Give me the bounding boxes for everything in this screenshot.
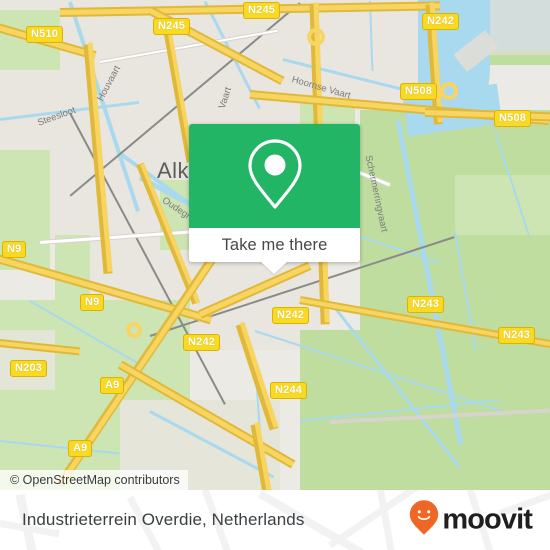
road-shield: N245 bbox=[243, 2, 281, 19]
road-shield: N510 bbox=[26, 26, 64, 43]
moovit-logo[interactable]: moovit bbox=[409, 500, 533, 541]
map-canvas[interactable]: Alkmaar Steesloot Houvaart Vaart Hoornse… bbox=[0, 0, 550, 490]
map-pin-icon bbox=[244, 136, 306, 217]
road-shield: A9 bbox=[68, 440, 93, 457]
road-shield: N9 bbox=[2, 241, 27, 258]
road-shield: N203 bbox=[10, 360, 48, 377]
road-shield: N9 bbox=[80, 294, 105, 311]
road-shield: N242 bbox=[272, 307, 310, 324]
road-shield: N244 bbox=[270, 382, 308, 399]
page-title: Industrieterrein Overdie, Netherlands bbox=[22, 510, 305, 529]
screenshot-root: Alkmaar Steesloot Houvaart Vaart Hoornse… bbox=[0, 0, 550, 550]
moovit-wordmark: moovit bbox=[442, 503, 533, 536]
road-shield: N242 bbox=[183, 334, 221, 351]
road-shield: N242 bbox=[422, 13, 460, 30]
popup-icon-area bbox=[189, 124, 360, 228]
road-shield: N245 bbox=[153, 18, 191, 35]
road-shield: N508 bbox=[494, 110, 532, 127]
road-shield: N243 bbox=[498, 327, 536, 344]
road-shield: N243 bbox=[407, 296, 445, 313]
moovit-pin-smiley-icon bbox=[409, 500, 439, 541]
road-shield: A9 bbox=[100, 377, 125, 394]
map-attribution[interactable]: © OpenStreetMap contributors bbox=[0, 470, 188, 490]
footer-bar: Industrieterrein Overdie, Netherlands mo… bbox=[0, 490, 550, 550]
popup-pointer-tail bbox=[260, 261, 288, 274]
take-me-there-button[interactable]: Take me there bbox=[189, 228, 360, 262]
road-shield: N508 bbox=[400, 83, 438, 100]
take-me-there-label: Take me there bbox=[221, 235, 328, 254]
location-popup-card[interactable]: Take me there bbox=[189, 124, 360, 274]
